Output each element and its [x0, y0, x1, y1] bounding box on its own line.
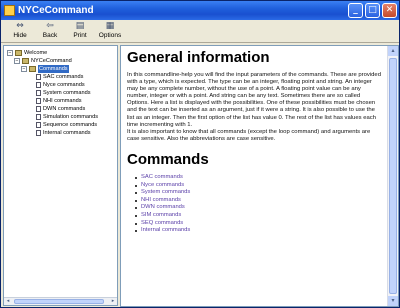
scroll-down-icon[interactable]: ▾	[388, 296, 398, 306]
tree-label: Sequence commands	[43, 122, 98, 128]
tree-item-internal[interactable]: Internal commands	[36, 129, 91, 137]
app-icon	[4, 5, 15, 16]
print-icon: ▤	[75, 21, 85, 31]
intro-paragraph: In this commandline-help you will find t…	[127, 72, 381, 128]
page-title: General information	[127, 49, 270, 66]
scroll-left-icon[interactable]: ◂	[4, 298, 12, 305]
tree-label: System commands	[43, 90, 91, 96]
hide-label: Hide	[13, 32, 27, 39]
command-link-sim[interactable]: SIM commands	[135, 212, 381, 220]
commands-list: SAC commands Nyce commands System comman…	[127, 174, 381, 235]
page-icon	[36, 90, 41, 96]
horizontal-scrollbar[interactable]: ◂ ▸	[4, 297, 117, 305]
command-link-nyce[interactable]: Nyce commands	[135, 182, 381, 190]
page-icon	[36, 82, 41, 88]
collapse-toggle[interactable]: −	[7, 50, 13, 56]
tree-label: Nyce commands	[43, 82, 85, 88]
vertical-scrollbar[interactable]: ▴ ▾	[387, 46, 398, 306]
maximize-button[interactable]: □	[365, 3, 380, 18]
page-icon	[36, 74, 41, 80]
page-icon	[36, 122, 41, 128]
tree-item-system[interactable]: System commands	[36, 89, 91, 97]
window-controls: _ □ ✕	[348, 3, 397, 18]
help-window: NYCeCommand _ □ ✕ ⇔ Hide ⇦ Back ▤ Print …	[0, 0, 400, 308]
scroll-thumb[interactable]	[14, 299, 104, 304]
tree-item-nyce[interactable]: Nyce commands	[36, 81, 85, 89]
hide-button[interactable]: ⇔ Hide	[7, 20, 33, 43]
tree-label: DWN commands	[43, 106, 86, 112]
back-button[interactable]: ⇦ Back	[37, 20, 63, 43]
page-icon	[36, 130, 41, 136]
tree-item-nhi[interactable]: NHI commands	[36, 97, 82, 105]
commands-heading: Commands	[127, 150, 209, 168]
back-label: Back	[42, 32, 58, 39]
tree-label: NYCeCommand	[31, 58, 72, 64]
tree-item-dwn[interactable]: DWN commands	[36, 105, 85, 113]
tree-label: Simulation commands	[43, 114, 99, 120]
print-label: Print	[73, 32, 87, 39]
tree-label: Commands	[38, 65, 69, 73]
tree-label: NHI commands	[43, 98, 82, 104]
collapse-toggle[interactable]: −	[14, 58, 20, 64]
title-bar[interactable]: NYCeCommand _ □ ✕	[1, 1, 399, 20]
tree-label: SAC commands	[43, 74, 84, 80]
command-link-nhi[interactable]: NHI commands	[135, 197, 381, 205]
command-link-sac[interactable]: SAC commands	[135, 174, 381, 182]
topic-content: General information In this commandline-…	[121, 46, 387, 306]
page-icon	[36, 114, 41, 120]
window-title: NYCeCommand	[18, 5, 94, 16]
collapse-toggle[interactable]: −	[21, 66, 27, 72]
command-link-internal[interactable]: Internal commands	[135, 227, 381, 235]
scroll-thumb[interactable]	[389, 58, 397, 294]
options-label: Options	[98, 32, 122, 39]
print-button[interactable]: ▤ Print	[67, 20, 93, 43]
scroll-right-icon[interactable]: ▸	[109, 298, 117, 305]
navigation-pane: − Welcome − NYCeCommand − Commands SAC c…	[3, 45, 118, 306]
tree-node-welcome[interactable]: − Welcome	[7, 49, 47, 57]
case-sensitivity-paragraph: It is also important to know that all co…	[127, 128, 371, 142]
tree-node-commands[interactable]: − Commands	[21, 65, 69, 73]
close-button[interactable]: ✕	[382, 3, 397, 18]
page-icon	[36, 106, 41, 112]
tree-item-simulation[interactable]: Simulation commands	[36, 113, 98, 121]
tree-label: Welcome	[24, 50, 48, 56]
tree-label: Internal commands	[43, 130, 91, 136]
minimize-button[interactable]: _	[348, 3, 363, 18]
book-icon	[15, 50, 22, 56]
back-icon: ⇦	[46, 21, 54, 31]
page-icon	[36, 98, 41, 104]
book-icon	[29, 66, 36, 72]
tree-item-sac[interactable]: SAC commands	[36, 73, 83, 81]
toolbar: ⇔ Hide ⇦ Back ▤ Print ▦ Options	[1, 20, 399, 43]
options-button[interactable]: ▦ Options	[97, 20, 123, 43]
topic-pane: General information In this commandline-…	[120, 45, 399, 307]
scroll-up-icon[interactable]: ▴	[388, 46, 398, 56]
tree-node-nycecommand[interactable]: − NYCeCommand	[14, 57, 72, 65]
hide-icon: ⇔	[16, 21, 24, 31]
tree-item-sequence[interactable]: Sequence commands	[36, 121, 97, 129]
command-link-dwn[interactable]: DWN commands	[135, 204, 381, 212]
book-icon	[22, 58, 29, 64]
options-icon: ▦	[105, 21, 115, 31]
command-link-system[interactable]: System commands	[135, 189, 381, 197]
command-link-seq[interactable]: SEQ commands	[135, 220, 381, 228]
